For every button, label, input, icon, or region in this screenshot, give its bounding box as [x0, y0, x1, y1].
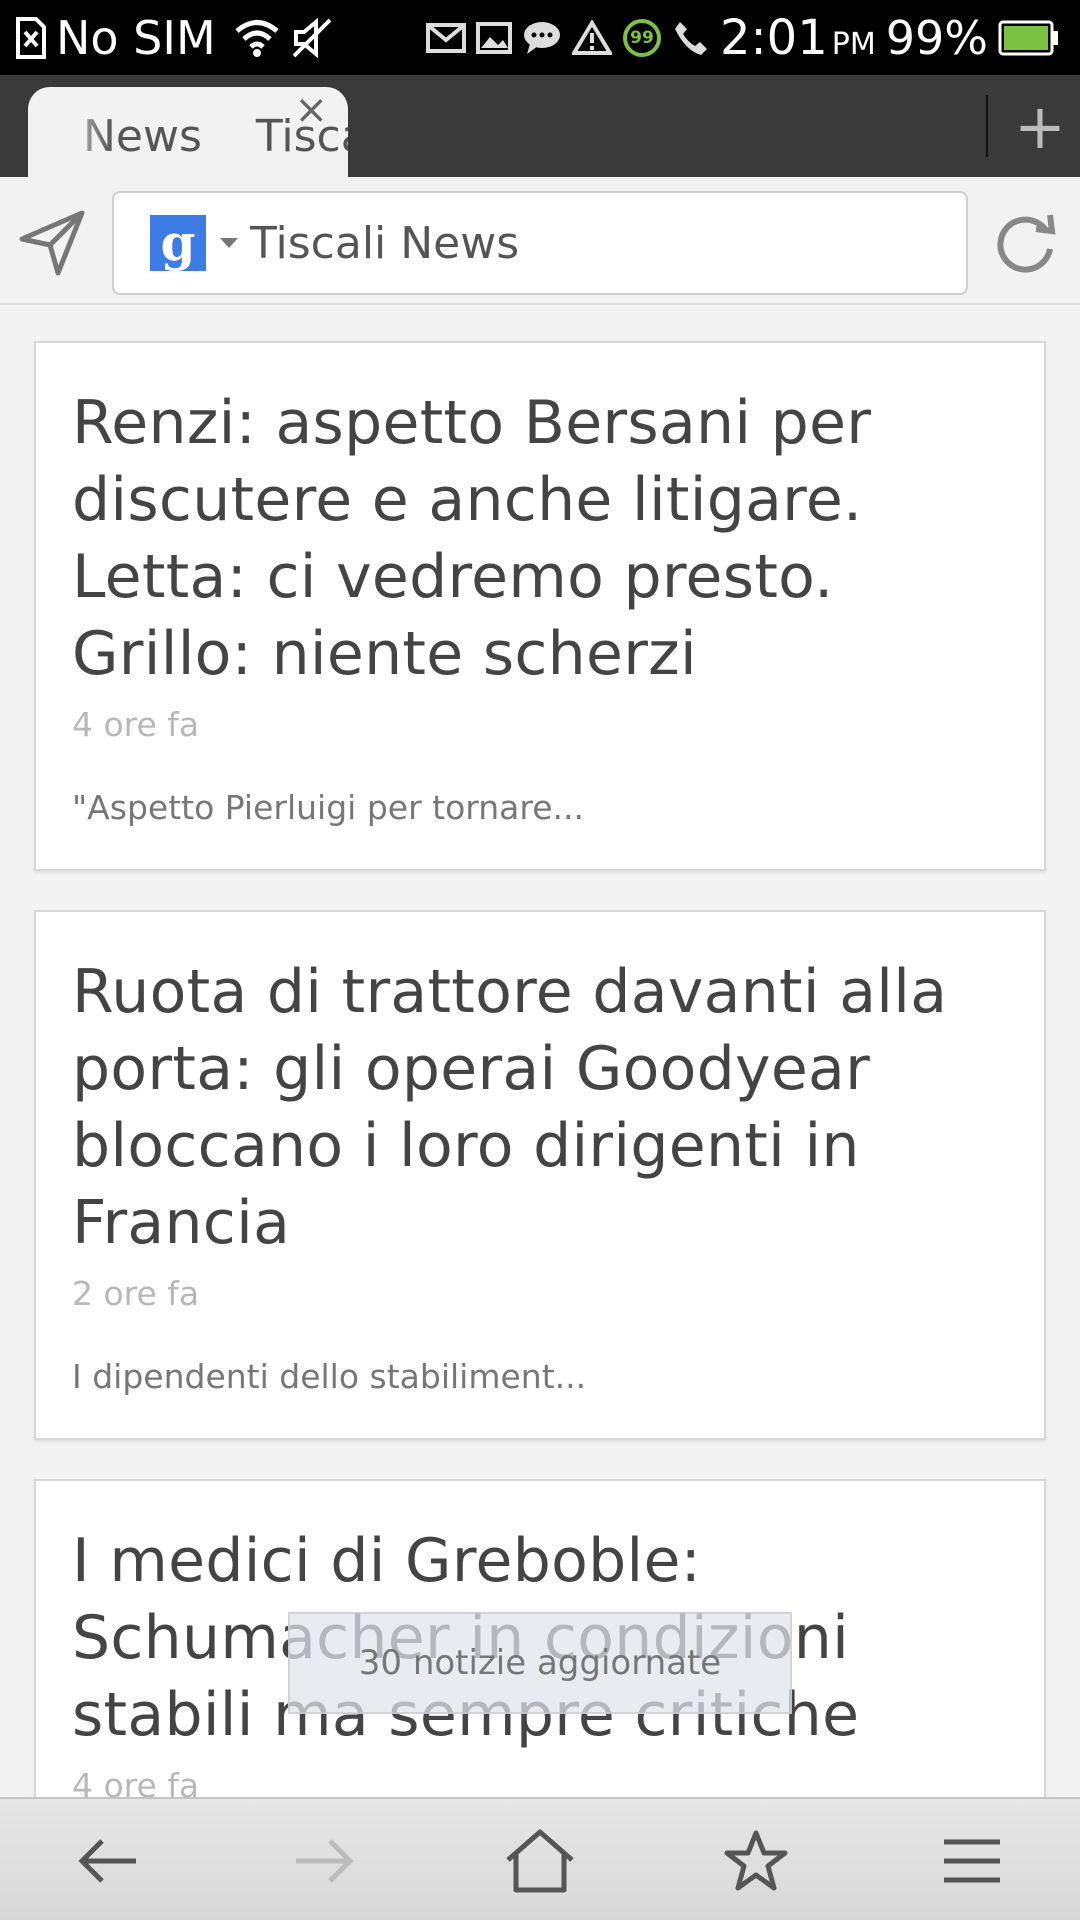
battery-percent: 99%: [885, 10, 988, 65]
news-time: 4 ore fa: [72, 705, 200, 744]
notification-badge-count: 99: [630, 27, 654, 48]
badge-icon: 99: [622, 18, 662, 58]
clock-time: 2:01: [719, 9, 828, 66]
clock: 2:01 PM: [720, 10, 876, 66]
browser-toolbar: g Tiscali News: [0, 177, 1080, 305]
news-card[interactable]: Renzi: aspetto Bersani per discutere e a…: [34, 341, 1046, 871]
address-text[interactable]: Tiscali News: [250, 218, 519, 269]
bookmark-star-icon[interactable]: [716, 1821, 796, 1901]
reload-icon[interactable]: [992, 207, 1062, 277]
message-icon: [522, 20, 562, 56]
tab-tiscali-news[interactable]: News Tiscali News ×: [28, 87, 348, 177]
sim-missing-icon: [16, 16, 46, 59]
gmail-icon: [425, 22, 466, 53]
wifi-icon: [234, 18, 280, 58]
gallery-icon: [475, 21, 512, 54]
bottom-navigation: [0, 1797, 1080, 1920]
forward-icon[interactable]: [284, 1821, 364, 1901]
warning-icon: [571, 19, 612, 56]
news-snippet: "Aspetto Pierluigi per tornare...: [72, 788, 584, 827]
update-toast: 30 notizie aggiornate: [288, 1612, 792, 1714]
carrier-label: No SIM: [56, 10, 216, 65]
clock-ampm: PM: [831, 26, 876, 62]
send-icon[interactable]: [18, 207, 98, 287]
mute-icon: [290, 16, 334, 60]
engine-dropdown-caret-icon[interactable]: [220, 238, 238, 248]
news-time: 2 ore fa: [72, 1274, 200, 1313]
menu-icon[interactable]: [932, 1821, 1012, 1901]
new-tab-button[interactable]: +: [1000, 75, 1080, 177]
phone-icon: [672, 19, 710, 57]
news-snippet: I dipendenti dello stabiliment...: [72, 1357, 587, 1396]
tab-strip: News Tiscali News × +: [0, 75, 1080, 177]
tab-divider: [986, 95, 988, 157]
battery-icon: [998, 19, 1060, 57]
status-bar: No SIM 99 2:01 PM 99%: [0, 0, 1080, 75]
back-icon[interactable]: [68, 1821, 148, 1901]
news-card[interactable]: Ruota di trattore davanti alla porta: gl…: [34, 910, 1046, 1440]
news-title[interactable]: Ruota di trattore davanti alla porta: gl…: [72, 954, 1010, 1262]
home-icon[interactable]: [500, 1821, 580, 1901]
address-bar[interactable]: g Tiscali News: [112, 191, 968, 295]
news-title[interactable]: Renzi: aspetto Bersani per discutere e a…: [72, 385, 1010, 693]
news-time: 4 ore fa: [72, 1766, 200, 1797]
tab-close-button[interactable]: ×: [294, 87, 328, 133]
news-feed[interactable]: Renzi: aspetto Bersani per discutere e a…: [0, 307, 1080, 1797]
search-engine-icon[interactable]: g: [150, 215, 206, 271]
